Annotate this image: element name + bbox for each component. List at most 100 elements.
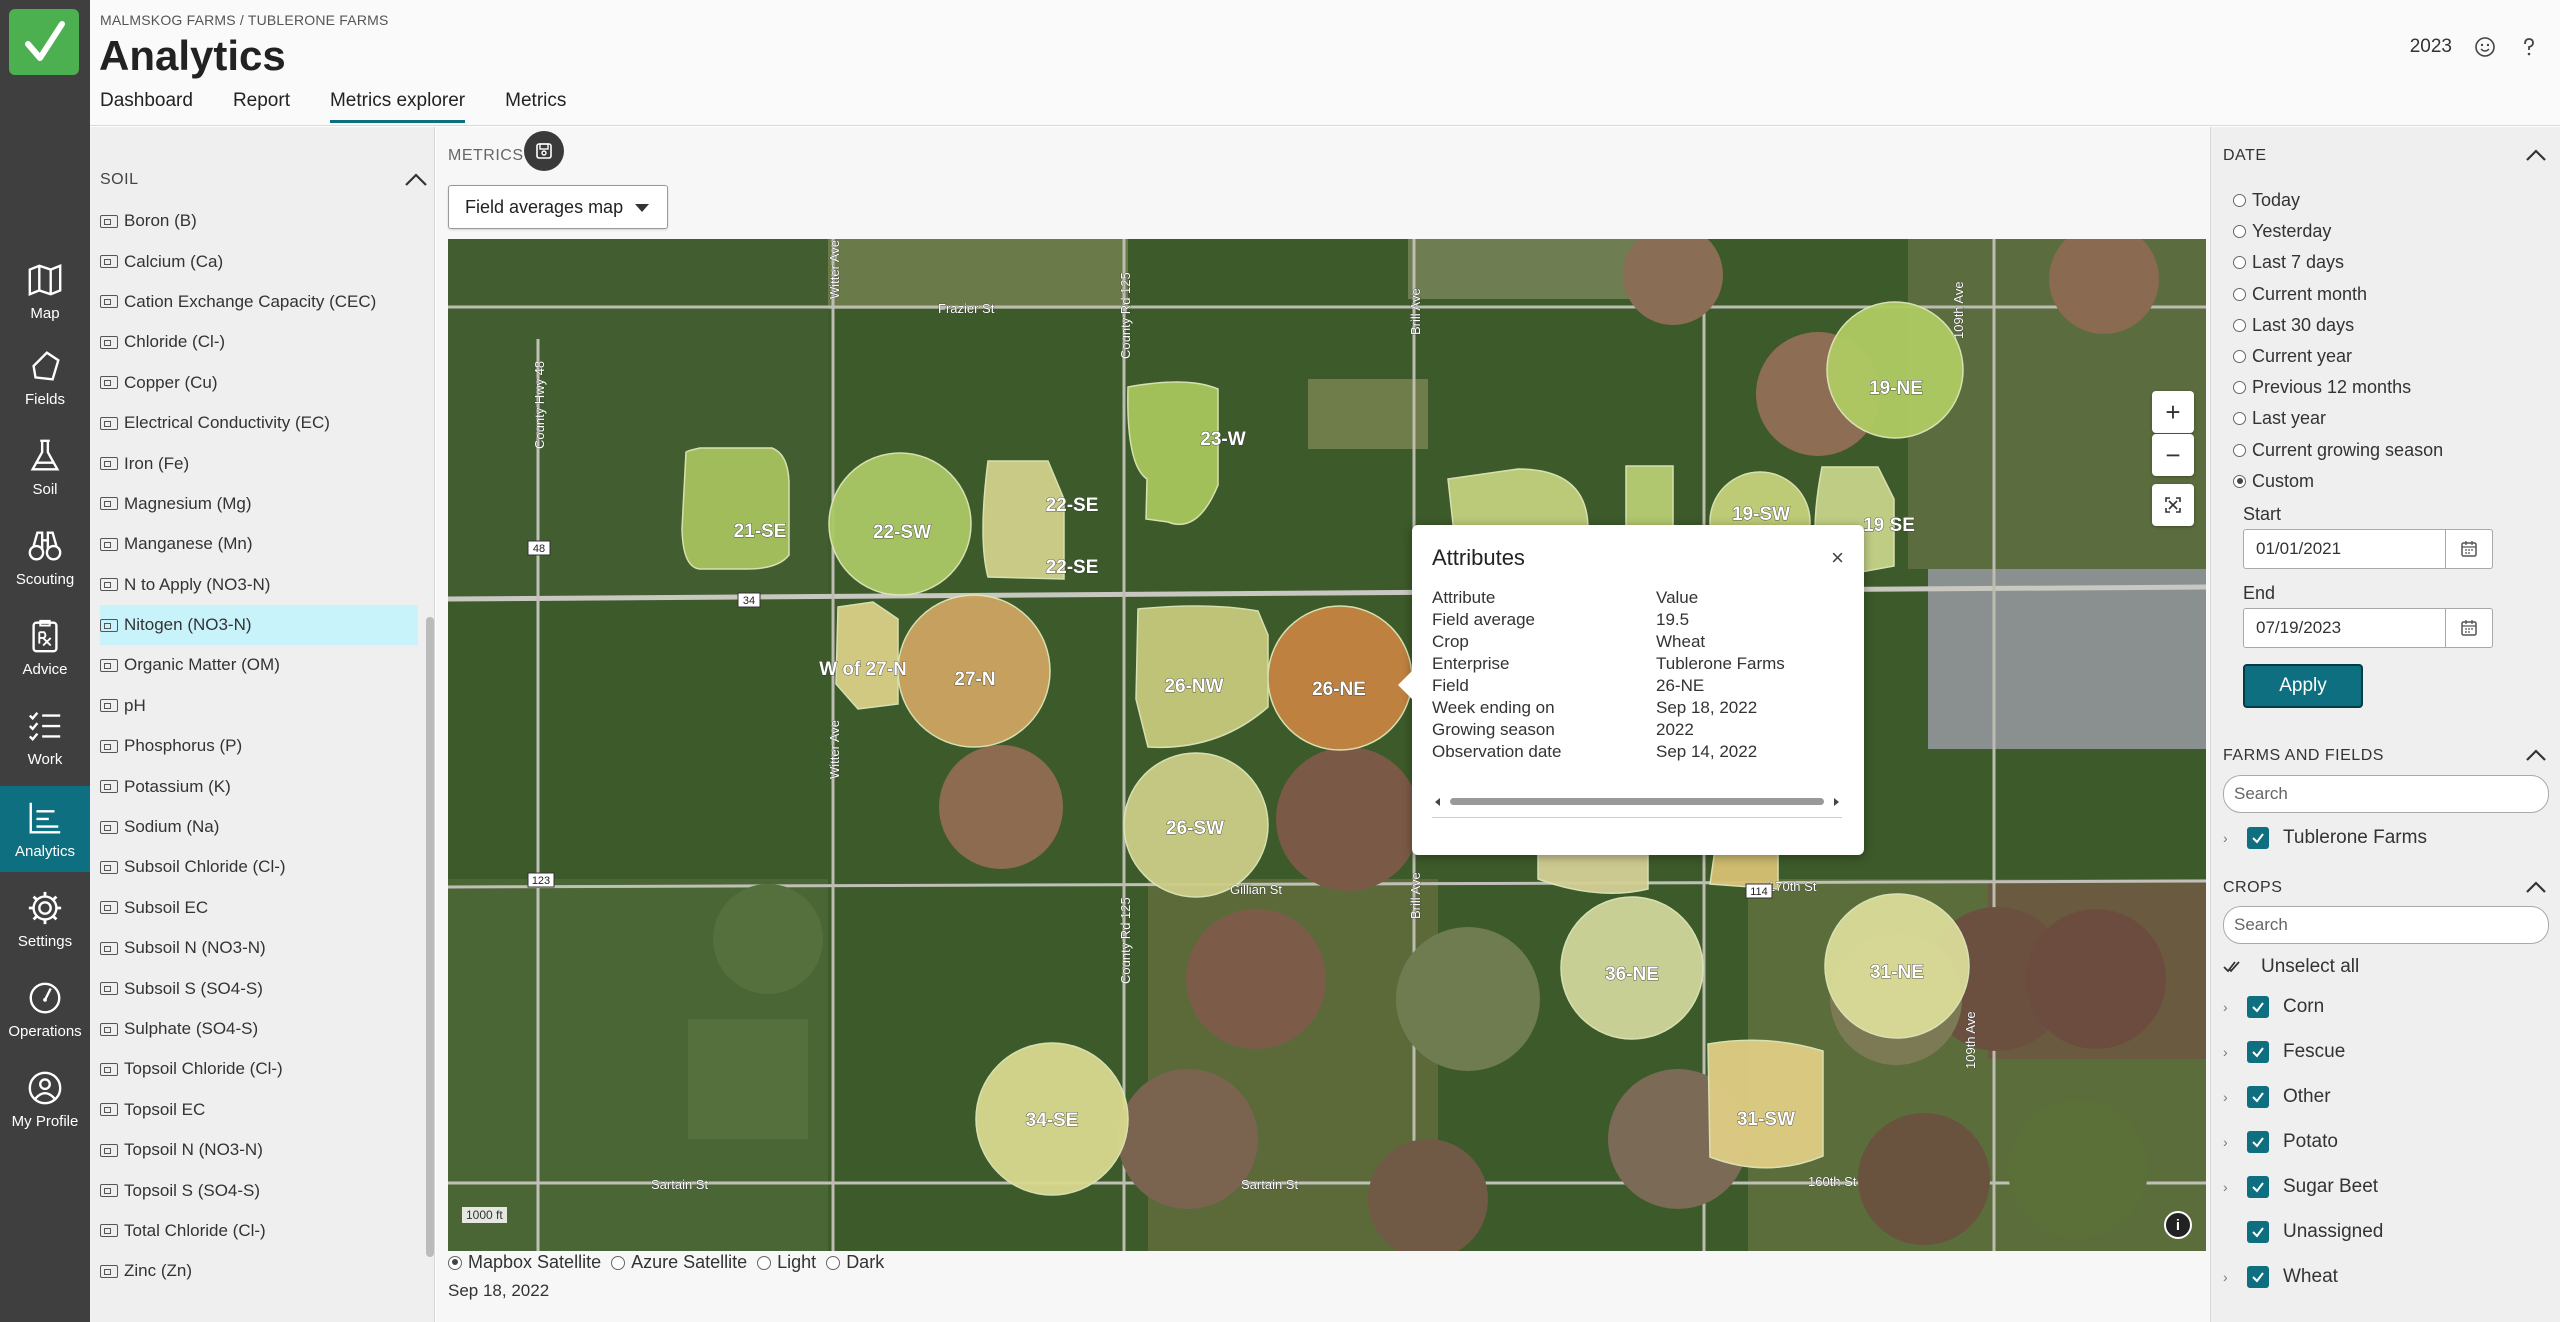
nav-item-soil[interactable]: Soil [0,424,90,510]
field-label[interactable]: 19-SW [1732,504,1791,526]
metric-item[interactable]: Topsoil EC [100,1090,418,1130]
metric-item[interactable]: Magnesium (Mg) [100,484,418,524]
date-option[interactable]: Last year [2233,403,2443,434]
date-option[interactable]: Custom [2233,466,2443,497]
crop-item[interactable]: › Wheat [2223,1262,2549,1292]
calendar-button[interactable] [2445,529,2493,569]
field-label[interactable]: 36-NE [1605,964,1660,986]
radio[interactable] [2233,381,2246,395]
calendar-button[interactable] [2445,608,2493,648]
field-label[interactable]: 34-SE [1025,1110,1079,1132]
chevron-up-icon[interactable] [402,167,430,191]
checkbox-checked[interactable] [2247,1086,2269,1108]
nav-item-advice[interactable]: Advice [0,604,90,690]
nav-item-my-profile[interactable]: My Profile [0,1056,90,1142]
date-option[interactable]: Last 7 days [2233,247,2443,278]
chevron-up-icon[interactable] [2523,876,2549,898]
metric-item[interactable]: Calcium (Ca) [100,241,418,281]
date-section-header[interactable]: DATE [2223,147,2549,165]
metric-item[interactable]: Total Chloride (Cl-) [100,1211,418,1251]
field-label[interactable]: 31-SW [1737,1109,1796,1131]
field-label[interactable]: 26-SW [1166,818,1225,840]
chevron-up-icon[interactable] [2523,144,2549,166]
radio[interactable] [2233,225,2246,239]
chevron-right-icon[interactable]: › [2223,1044,2247,1060]
metric-item[interactable]: Sulphate (SO4-S) [100,1009,418,1049]
nav-item-map[interactable]: Map [0,248,90,334]
date-option[interactable]: Last 30 days [2233,310,2443,341]
tab-metrics[interactable]: Metrics [505,90,566,123]
checkbox-checked[interactable] [2247,1131,2269,1153]
chevron-right-icon[interactable]: › [2223,1134,2247,1150]
chevron-right-icon[interactable]: › [2223,1179,2247,1195]
metric-item[interactable]: Sodium (Na) [100,807,418,847]
year-selector[interactable]: 2023 [2410,36,2452,58]
checkbox-checked[interactable] [2247,827,2269,849]
field-label[interactable]: W of 27-N [819,659,907,681]
nav-item-settings[interactable]: Settings [0,876,90,962]
field-label[interactable]: 26-NW [1164,676,1224,698]
field-label[interactable]: 22-SE [1045,557,1099,579]
view-dropdown[interactable]: Field averages map [448,185,668,229]
metric-item[interactable]: pH [100,686,418,726]
app-logo[interactable] [9,9,79,75]
field-label[interactable]: 19 SE [1863,515,1916,537]
field-label[interactable]: 23-W [1200,429,1246,451]
radio-selected[interactable] [448,1255,462,1270]
crop-item[interactable]: › Other [2223,1082,2549,1112]
radio[interactable] [2233,350,2246,364]
zoom-out-button[interactable]: − [2152,434,2194,476]
radio[interactable] [2233,412,2246,426]
date-option[interactable]: Current month [2233,279,2443,310]
start-date-input[interactable]: 01/01/2021 [2243,529,2493,569]
fit-bounds-button[interactable] [2152,484,2194,526]
metric-item[interactable]: Manganese (Mn) [100,524,418,564]
radio[interactable] [611,1255,626,1270]
field-label[interactable]: 19-NE [1869,378,1924,400]
crops-section-header[interactable]: CROPS [2223,879,2549,897]
checkbox-checked[interactable] [2247,1266,2269,1288]
metric-item[interactable]: Topsoil S (SO4-S) [100,1170,418,1210]
radio[interactable] [826,1255,841,1270]
nav-item-analytics[interactable]: Analytics [0,786,90,872]
crop-item[interactable]: › Potato [2223,1127,2549,1157]
metric-item[interactable]: Phosphorus (P) [100,726,418,766]
radio[interactable] [2233,318,2246,332]
crops-search-input[interactable]: Search [2223,906,2549,944]
radio-selected[interactable] [2233,474,2246,488]
nav-item-scouting[interactable]: Scouting [0,514,90,600]
nav-item-fields[interactable]: Fields [0,334,90,420]
tab-report[interactable]: Report [233,90,290,123]
metric-item[interactable]: Topsoil N (NO3-N) [100,1130,418,1170]
metric-item[interactable]: Electrical Conductivity (EC) [100,403,418,443]
metric-item[interactable]: N to Apply (NO3-N) [100,565,418,605]
field-label[interactable]: 26-NE [1312,679,1367,701]
info-icon[interactable]: i [2164,1211,2192,1239]
unselect-all-button[interactable]: Unselect all [2223,952,2549,982]
soil-section-header[interactable]: SOIL [100,171,430,189]
checkbox-checked[interactable] [2247,1176,2269,1198]
crop-item[interactable]: Unassigned [2223,1217,2549,1247]
radio[interactable] [2233,194,2246,208]
chevron-up-icon[interactable] [2523,744,2549,766]
chevron-right-icon[interactable]: › [2223,999,2247,1015]
metric-item[interactable]: Iron (Fe) [100,443,418,483]
checkbox-checked[interactable] [2247,996,2269,1018]
nav-item-operations[interactable]: Operations [0,966,90,1052]
field-label[interactable]: 22-SW [873,522,932,544]
checkbox-checked[interactable] [2247,1221,2269,1243]
map-canvas[interactable]: 21-SE 22-SW 22-SE 22-SE 23-W W of 27-N 2… [448,239,2206,1251]
nav-item-work[interactable]: Work [0,694,90,780]
field-label[interactable]: 21-SE [733,521,787,543]
date-option[interactable]: Yesterday [2233,216,2443,247]
chevron-right-icon[interactable]: › [2223,1269,2247,1285]
metric-item[interactable]: Topsoil Chloride (Cl-) [100,1049,418,1089]
basemap-option[interactable]: Light [757,1252,816,1273]
apply-button[interactable]: Apply [2243,664,2363,708]
basemap-option[interactable]: Dark [826,1252,884,1273]
metric-item[interactable]: Subsoil Chloride (Cl-) [100,847,418,887]
date-option[interactable]: Previous 12 months [2233,372,2443,403]
radio[interactable] [757,1255,772,1270]
checkbox-checked[interactable] [2247,1041,2269,1063]
tab-metrics-explorer[interactable]: Metrics explorer [329,90,466,123]
